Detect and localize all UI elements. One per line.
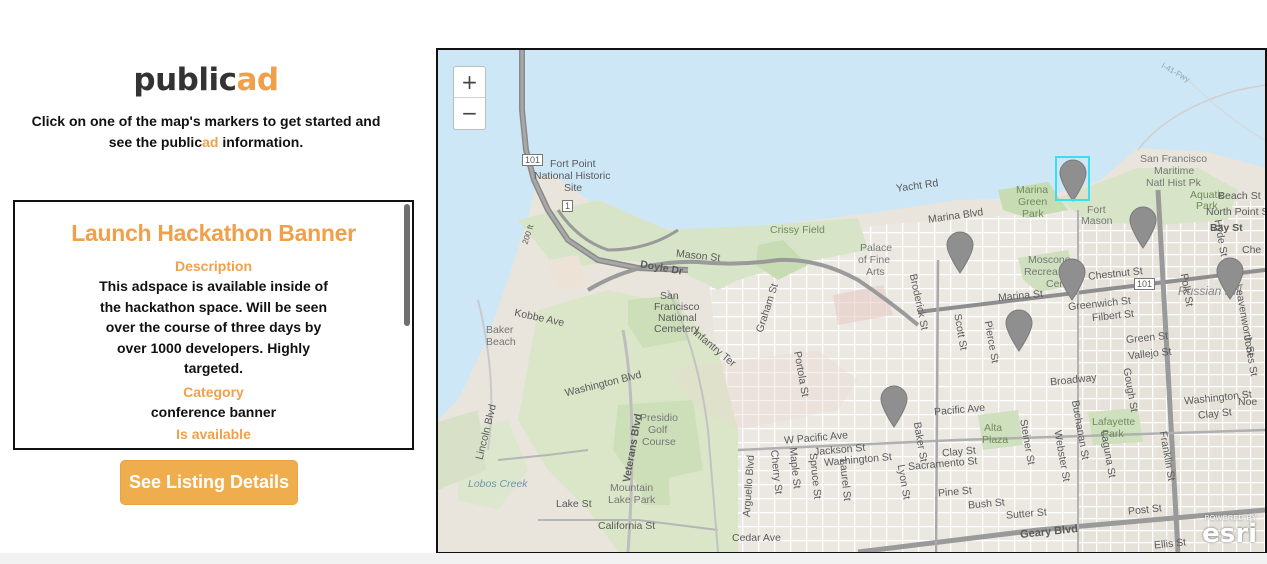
description-label: Description — [174, 258, 252, 274]
map-label: Mountain — [610, 482, 654, 494]
map-label: Plaza — [982, 434, 1009, 446]
brand-logo: publicad — [0, 62, 412, 98]
map-label: Recrea — [1024, 266, 1058, 278]
map-label: Cedar Ave — [732, 532, 781, 544]
map-label: Fort Point — [550, 158, 596, 170]
see-listing-details-button[interactable]: See Listing Details — [120, 460, 298, 505]
map-label: Lobos Creek — [468, 478, 528, 490]
map-label: Crissy Field — [770, 224, 825, 236]
map-label: Marina — [1016, 184, 1049, 196]
highway-shield-101: 101 — [1134, 278, 1156, 290]
availability-label: Is available — [176, 426, 251, 442]
map-label: Presidio — [640, 412, 678, 424]
map-label: Lake Park — [608, 494, 656, 506]
map-marker[interactable] — [1004, 308, 1034, 352]
map-label: Park — [1022, 208, 1044, 220]
map-label: Natl Hist Pk — [1146, 177, 1201, 189]
description-text: This adspace is available inside of the … — [99, 278, 328, 376]
listing-card-content: Launch Hackathon Banner Description This… — [15, 202, 412, 444]
map-marker[interactable] — [1215, 256, 1245, 300]
map-label: Course — [642, 436, 676, 448]
map-label: Golf — [648, 424, 668, 436]
map-label: of Fine — [858, 254, 891, 266]
map-label: Arts — [866, 266, 885, 278]
listing-title: Launch Hackathon Banner — [71, 220, 356, 246]
map-pin-icon — [1058, 258, 1086, 301]
zoom-control: + − — [453, 66, 486, 130]
map-label: Alta — [984, 422, 1003, 434]
map-marker[interactable] — [1128, 205, 1158, 249]
esri-attribution[interactable]: POWERED BY esri — [1202, 515, 1257, 549]
map-pin-icon — [1059, 159, 1087, 202]
highway-shield-1: 1 — [562, 200, 574, 212]
map-pin-icon — [1216, 257, 1244, 300]
map-label: Beach St — [1218, 190, 1261, 202]
map-basemap — [438, 50, 1265, 552]
map-label: California St — [598, 520, 656, 532]
brand-logo-part1: public — [133, 62, 237, 98]
map-marker[interactable] — [945, 230, 975, 274]
zoom-out-button[interactable]: − — [454, 98, 485, 128]
map-view[interactable]: Fort Point National Historic Site 101 1 … — [436, 48, 1267, 554]
map-marker[interactable] — [1057, 257, 1087, 301]
map-pin-icon — [946, 231, 974, 274]
map-label: Maritime — [1154, 165, 1195, 177]
map-label: Beach — [486, 336, 516, 348]
map-label: Noe — [1238, 396, 1258, 408]
intro-brand-part1: public — [160, 134, 203, 150]
category-value: conference banner — [150, 403, 277, 420]
map-pin-icon — [1129, 206, 1157, 249]
map-label: Mason — [1081, 215, 1113, 227]
map-label: Che — [1242, 244, 1262, 256]
zoom-in-button[interactable]: + — [454, 67, 485, 97]
intro-brand-part2: ad — [202, 134, 219, 150]
listing-card[interactable]: Launch Hackathon Banner Description This… — [13, 200, 414, 450]
listing-card-scrollbar[interactable] — [404, 204, 410, 326]
category-label: Category — [183, 383, 244, 400]
intro-text: Click on one of the map's markers to get… — [20, 111, 392, 153]
bottom-scrollbar-track[interactable] — [0, 553, 1267, 564]
map-marker[interactable] — [1058, 158, 1088, 202]
map-label: Green — [1018, 196, 1048, 208]
esri-logo: esri — [1202, 519, 1257, 549]
highway-shield-101: 101 — [522, 154, 544, 166]
map-label: Lafayette — [1092, 416, 1136, 428]
map-pin-icon — [880, 385, 908, 428]
map-label: Palace — [860, 242, 893, 254]
map-label: Lake St — [556, 498, 592, 510]
map-label: San Francisco — [1140, 153, 1208, 165]
map-marker[interactable] — [879, 384, 909, 428]
map-pin-icon — [1005, 309, 1033, 352]
map-label: North Point St — [1206, 206, 1267, 218]
intro-text-after: information. — [218, 134, 304, 150]
map-label: National Historic — [534, 170, 611, 182]
map-label: Site — [564, 182, 583, 194]
map-label: Baker — [486, 324, 514, 336]
brand-logo-part2: ad — [236, 62, 279, 98]
